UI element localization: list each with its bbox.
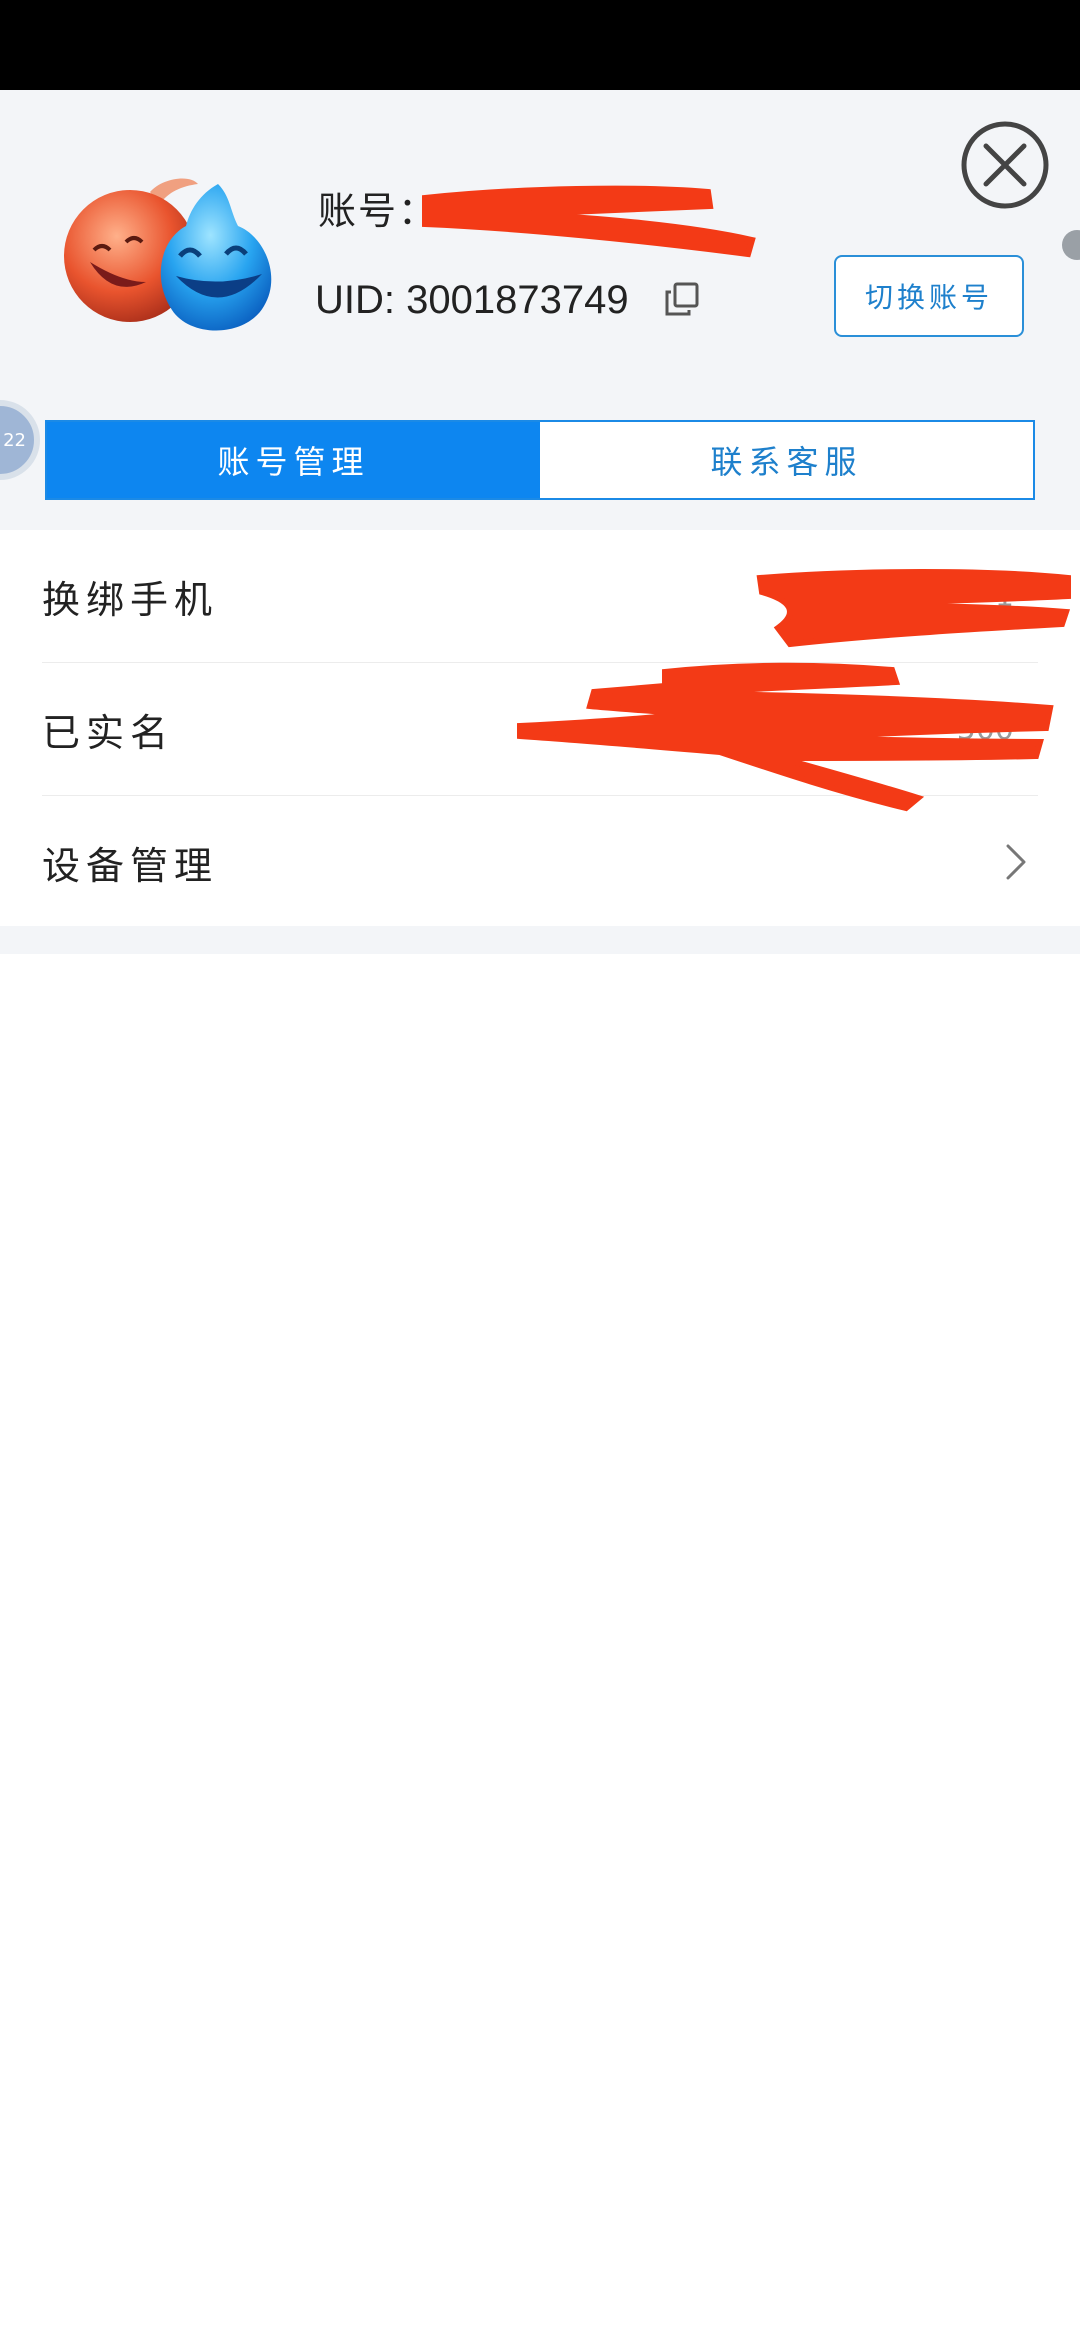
item-label: 换绑手机 <box>42 577 219 622</box>
list-item-device-management[interactable]: 设备管理 <box>42 796 1038 928</box>
settings-list: 换绑手机 1 已实名 500 设备管理 <box>0 530 1080 928</box>
item-value: 1 <box>994 578 1014 614</box>
account-label: 账号： <box>318 189 439 233</box>
tab-account-management[interactable]: 账号管理 <box>47 422 540 498</box>
uid-text: UID: 3001873749 <box>315 278 629 322</box>
tab-bar: 账号管理 联系客服 <box>45 420 1035 500</box>
tab-contact-support[interactable]: 联系客服 <box>540 422 1033 498</box>
item-value: 500 <box>956 711 1014 747</box>
switch-account-button[interactable]: 切换账号 <box>834 255 1024 337</box>
copy-icon[interactable] <box>665 282 699 316</box>
close-button[interactable] <box>960 120 1050 210</box>
item-label: 设备管理 <box>42 843 219 888</box>
account-value: 131 <box>444 189 523 233</box>
uid-row: UID: 3001873749 <box>315 278 629 323</box>
item-label: 已实名 <box>42 710 175 755</box>
chevron-right-icon <box>1006 844 1026 880</box>
section-divider <box>0 926 1080 954</box>
account-row: 账号： 131 <box>318 180 523 235</box>
list-item-change-phone[interactable]: 换绑手机 1 <box>42 530 1038 663</box>
status-bar <box>0 0 1080 90</box>
app-avatar-icon <box>64 178 272 331</box>
list-item-real-name[interactable]: 已实名 500 <box>42 663 1038 796</box>
